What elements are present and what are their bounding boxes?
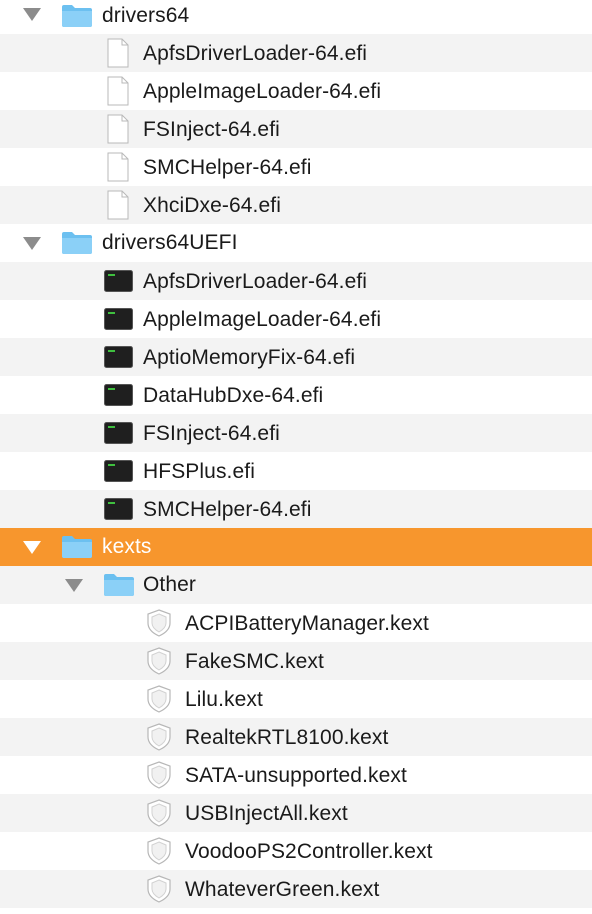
folder-label: drivers64UEFI bbox=[102, 231, 238, 254]
terminal-executable-icon bbox=[104, 308, 133, 330]
tree-row-file[interactable]: HFSPlus.efi bbox=[0, 452, 592, 490]
file-label: AppleImageLoader-64.efi bbox=[143, 80, 382, 103]
document-icon bbox=[107, 152, 129, 182]
terminal-executable-icon bbox=[104, 460, 133, 482]
terminal-executable-icon bbox=[104, 270, 133, 292]
folder-label: kexts bbox=[102, 535, 152, 558]
file-label: AptioMemoryFix-64.efi bbox=[143, 346, 356, 369]
kernel-extension-icon bbox=[147, 723, 171, 751]
tree-row-file[interactable]: DataHubDxe-64.efi bbox=[0, 376, 592, 414]
terminal-executable-icon bbox=[104, 346, 133, 368]
tree-row-file[interactable]: SMCHelper-64.efi bbox=[0, 148, 592, 186]
file-label: HFSPlus.efi bbox=[143, 460, 255, 483]
tree-row-file[interactable]: ApfsDriverLoader-64.efi bbox=[0, 262, 592, 300]
terminal-executable-icon bbox=[104, 384, 133, 406]
document-icon bbox=[107, 190, 129, 220]
tree-row-file[interactable]: RealtekRTL8100.kext bbox=[0, 718, 592, 756]
kernel-extension-icon bbox=[147, 875, 171, 903]
folder-icon bbox=[62, 536, 92, 558]
tree-row-file[interactable]: WhateverGreen.kext bbox=[0, 870, 592, 908]
kernel-extension-icon bbox=[147, 799, 171, 827]
tree-row-kexts[interactable]: kexts bbox=[0, 528, 592, 566]
file-label: XhciDxe-64.efi bbox=[143, 194, 281, 217]
folder-label: drivers64 bbox=[102, 4, 190, 27]
kernel-extension-icon bbox=[147, 609, 171, 637]
folder-icon bbox=[62, 232, 92, 254]
document-icon bbox=[107, 76, 129, 106]
kernel-extension-icon bbox=[147, 837, 171, 865]
folder-label: Other bbox=[143, 573, 197, 596]
tree-row-file[interactable]: ACPIBatteryManager.kext bbox=[0, 604, 592, 642]
file-label: AppleImageLoader-64.efi bbox=[143, 308, 382, 331]
tree-row-file[interactable]: AppleImageLoader-64.efi bbox=[0, 72, 592, 110]
file-label: SMCHelper-64.efi bbox=[143, 156, 312, 179]
tree-row-file[interactable]: USBInjectAll.kext bbox=[0, 794, 592, 832]
file-label: ApfsDriverLoader-64.efi bbox=[143, 270, 368, 293]
tree-row-file[interactable]: Lilu.kext bbox=[0, 680, 592, 718]
tree-row-other[interactable]: Other bbox=[0, 566, 592, 604]
file-label: WhateverGreen.kext bbox=[185, 878, 380, 901]
file-label: Lilu.kext bbox=[185, 688, 263, 711]
tree-row-file[interactable]: VoodooPS2Controller.kext bbox=[0, 832, 592, 870]
file-label: DataHubDxe-64.efi bbox=[143, 384, 324, 407]
tree-row-file[interactable]: FakeSMC.kext bbox=[0, 642, 592, 680]
tree-row-file[interactable]: SATA-unsupported.kext bbox=[0, 756, 592, 794]
file-label: FSInject-64.efi bbox=[143, 422, 280, 445]
tree-row-file[interactable]: AppleImageLoader-64.efi bbox=[0, 300, 592, 338]
kernel-extension-icon bbox=[147, 685, 171, 713]
file-tree: drivers64 ApfsDriverLoader-64.efi AppleI… bbox=[0, 0, 592, 914]
tree-row-file[interactable]: ApfsDriverLoader-64.efi bbox=[0, 34, 592, 72]
file-label: SATA-unsupported.kext bbox=[185, 764, 407, 787]
file-label: FSInject-64.efi bbox=[143, 118, 280, 141]
folder-icon bbox=[104, 574, 134, 596]
document-icon bbox=[107, 38, 129, 68]
document-icon bbox=[107, 114, 129, 144]
kernel-extension-icon bbox=[147, 761, 171, 789]
disclosure-triangle-icon[interactable] bbox=[23, 8, 41, 21]
tree-row-file[interactable]: SMCHelper-64.efi bbox=[0, 490, 592, 528]
disclosure-triangle-icon[interactable] bbox=[23, 541, 41, 554]
tree-row-file[interactable]: FSInject-64.efi bbox=[0, 414, 592, 452]
terminal-executable-icon bbox=[104, 498, 133, 520]
file-label: USBInjectAll.kext bbox=[185, 802, 348, 825]
tree-row-file[interactable]: XhciDxe-64.efi bbox=[0, 186, 592, 224]
file-label: ACPIBatteryManager.kext bbox=[185, 612, 429, 635]
file-label: RealtekRTL8100.kext bbox=[185, 726, 389, 749]
file-label: FakeSMC.kext bbox=[185, 650, 324, 673]
kernel-extension-icon bbox=[147, 647, 171, 675]
disclosure-triangle-icon[interactable] bbox=[23, 237, 41, 250]
tree-row-drivers64[interactable]: drivers64 bbox=[0, 0, 592, 34]
file-label: VoodooPS2Controller.kext bbox=[185, 840, 433, 863]
tree-row-file[interactable]: FSInject-64.efi bbox=[0, 110, 592, 148]
folder-icon bbox=[62, 5, 92, 27]
file-label: ApfsDriverLoader-64.efi bbox=[143, 42, 368, 65]
disclosure-triangle-icon[interactable] bbox=[65, 579, 83, 592]
terminal-executable-icon bbox=[104, 422, 133, 444]
tree-row-file[interactable]: AptioMemoryFix-64.efi bbox=[0, 338, 592, 376]
tree-row-drivers64uefi[interactable]: drivers64UEFI bbox=[0, 224, 592, 262]
file-label: SMCHelper-64.efi bbox=[143, 498, 312, 521]
